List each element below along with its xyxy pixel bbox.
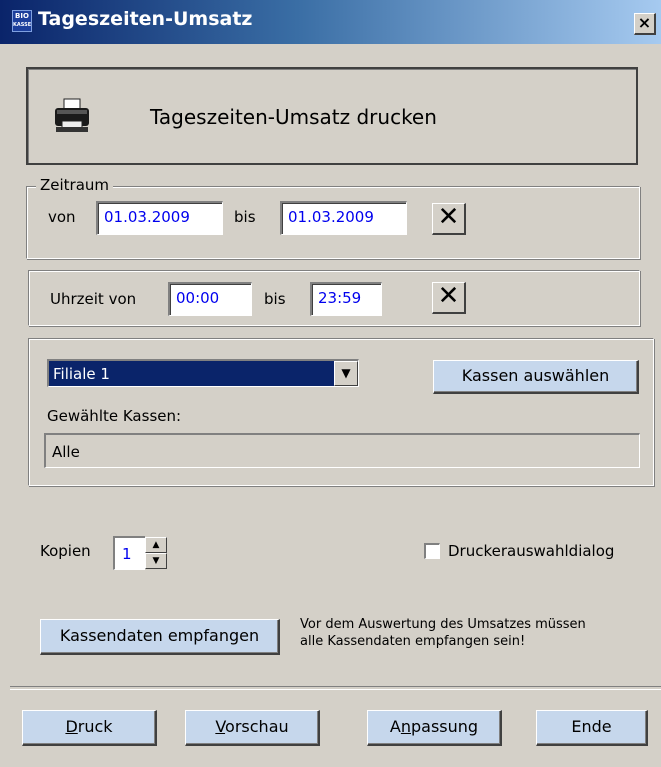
chevron-down-icon[interactable]: ▼ — [334, 361, 358, 386]
app-icon: BIO KASSE — [12, 10, 32, 32]
kassendaten-note: Vor dem Auswertung des Umsatzes müssen a… — [300, 616, 586, 650]
kopien-label: Kopien — [40, 542, 91, 560]
druck-button[interactable]: Druck — [22, 710, 157, 746]
time-from-input[interactable]: 00:00 — [168, 282, 252, 316]
date-from-input[interactable]: 01.03.2009 — [96, 201, 223, 235]
gewaehlte-kassen-field: Alle — [44, 433, 640, 468]
vorschau-mnemonic: V — [215, 717, 226, 736]
anpassung-mnemonic: n — [400, 717, 411, 736]
app-icon-text-top: BIO — [15, 12, 29, 20]
printer-icon — [55, 98, 89, 132]
app-icon-text-bottom: KASSE — [13, 22, 32, 28]
clear-time-button[interactable]: ✕ — [432, 282, 466, 314]
clear-icon: ✕ — [437, 202, 460, 232]
kopien-stepper[interactable]: 1 ▲ ▼ — [113, 536, 171, 570]
druck-mnemonic: D — [65, 717, 78, 736]
note-line-2: alle Kassendaten empfangen sein! — [300, 634, 526, 649]
filiale-selected: Filiale 1 — [53, 365, 110, 383]
uhrzeit-von-label: Uhrzeit von — [50, 290, 137, 308]
filiale-select[interactable]: Filiale 1 ▼ — [47, 359, 359, 387]
close-icon: × — [637, 13, 652, 32]
anpassung-button[interactable]: Anpassung — [367, 710, 502, 746]
druck-label-rest: ruck — [77, 717, 113, 736]
clear-date-button[interactable]: ✕ — [432, 203, 466, 235]
vorschau-button[interactable]: Vorschau — [185, 710, 320, 746]
anpassung-label-pre: A — [389, 717, 401, 736]
kopien-input[interactable]: 1 — [113, 536, 145, 570]
time-to-input[interactable]: 23:59 — [310, 282, 382, 316]
gewaehlte-kassen-label: Gewählte Kassen: — [47, 407, 182, 425]
dialog-window: BIO KASSE Tageszeiten-Umsatz × Tageszeit… — [0, 0, 661, 767]
kassen-auswaehlen-button[interactable]: Kassen auswählen — [433, 360, 639, 394]
close-button[interactable]: × — [634, 13, 656, 35]
vorschau-label-rest: orschau — [225, 717, 289, 736]
footer-separator — [10, 686, 661, 690]
date-to-input[interactable]: 01.03.2009 — [280, 201, 407, 235]
druckerauswahl-label[interactable]: Druckerauswahldialog — [448, 542, 614, 560]
ende-button[interactable]: Ende — [536, 710, 648, 746]
zeitraum-legend: Zeitraum — [36, 176, 114, 194]
spin-up-icon[interactable]: ▲ — [145, 537, 167, 553]
druckerauswahl-checkbox[interactable] — [424, 543, 440, 559]
spin-down-icon[interactable]: ▼ — [145, 553, 167, 569]
header-panel: Tageszeiten-Umsatz drucken — [26, 67, 638, 165]
kassendaten-empfangen-button[interactable]: Kassendaten empfangen — [40, 619, 280, 655]
note-line-1: Vor dem Auswertung des Umsatzes müssen — [300, 617, 586, 632]
uhrzeit-bis-label: bis — [264, 290, 286, 308]
bis-label: bis — [234, 208, 256, 226]
von-label: von — [48, 208, 76, 226]
clear-icon: ✕ — [437, 281, 460, 311]
title-bar[interactable]: BIO KASSE Tageszeiten-Umsatz × — [0, 0, 661, 44]
anpassung-label-rest: passung — [411, 717, 479, 736]
window-title: Tageszeiten-Umsatz — [38, 8, 253, 30]
header-title: Tageszeiten-Umsatz drucken — [150, 105, 437, 129]
